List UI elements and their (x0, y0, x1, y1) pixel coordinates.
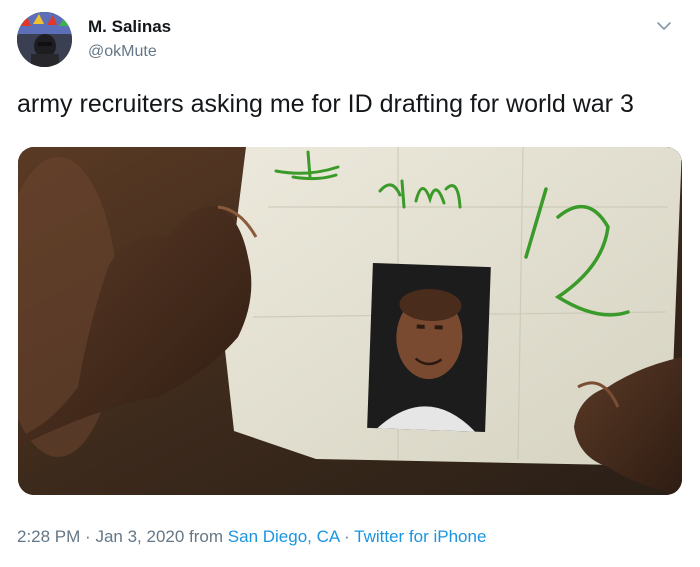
tweet-card: M. Salinas @okMute army recruiters askin… (0, 0, 700, 567)
tweet-date[interactable]: Jan 3, 2020 (95, 527, 184, 546)
from-label: from (189, 527, 224, 546)
avatar[interactable] (17, 12, 72, 67)
tweet-time[interactable]: 2:28 PM (17, 527, 80, 546)
meta-separator: · (85, 527, 91, 546)
tweet-meta: 2:28 PM · Jan 3, 2020 from San Diego, CA… (17, 527, 486, 547)
source-link[interactable]: Twitter for iPhone (354, 527, 486, 546)
user-handle[interactable]: @okMute (88, 43, 157, 61)
avatar-image (17, 12, 72, 67)
tweet-media-photo[interactable] (18, 147, 682, 495)
tweet-text: army recruiters asking me for ID draftin… (17, 90, 634, 118)
display-name[interactable]: M. Salinas (88, 17, 171, 37)
meta-separator: · (344, 527, 350, 546)
chevron-down-icon[interactable] (656, 18, 672, 34)
location-link[interactable]: San Diego, CA (228, 527, 340, 546)
photo-image (18, 147, 682, 495)
